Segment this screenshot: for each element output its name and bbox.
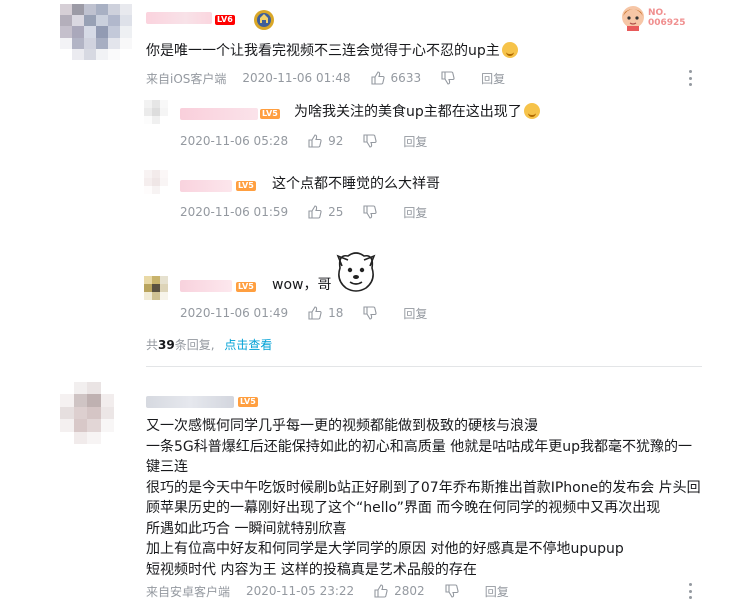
- reply-summary: 共39条回复, 点击查看: [146, 336, 272, 354]
- reply-3-meta: 2020-11-06 01:49 18 回复: [180, 304, 427, 322]
- comment-1-like-button[interactable]: 6633: [370, 71, 422, 85]
- reply-summary-prefix: 共: [146, 338, 159, 352]
- comment-2-more-icon[interactable]: [689, 583, 693, 599]
- reply-3-username[interactable]: [180, 280, 232, 292]
- comment-1-more-icon[interactable]: [689, 70, 693, 86]
- reply-2-like-button[interactable]: 25: [308, 205, 343, 219]
- dislike-icon: [363, 306, 378, 320]
- reply-1-like-button[interactable]: 92: [308, 134, 343, 148]
- comment-2-time: 2020-11-05 23:22: [246, 584, 355, 598]
- mascot-icon: [620, 4, 646, 32]
- comment-2-line-2: 一条5G科普爆红后还能保持如此的初心和高质量 他就是咕咕成年更up我都毫不犹豫的…: [146, 438, 692, 455]
- comment-2-line-3: 键三连: [146, 459, 188, 475]
- reply-2-level-badge: LV5: [236, 181, 256, 191]
- reply-3-level-badge: LV5: [236, 282, 256, 292]
- reply-3-time: 2020-11-06 01:49: [180, 306, 289, 320]
- comment-1-time: 2020-11-06 01:48: [242, 71, 351, 85]
- like-icon: [370, 71, 385, 85]
- comment-2-text: 又一次感慨何同学几乎每一更的视频都能做到极致的硬核与浪漫 一条5G科普爆红后还能…: [146, 416, 701, 580]
- dislike-icon: [363, 205, 378, 219]
- comment-2-meta: 来自安卓客户端 2020-11-05 23:22 2802 回复: [146, 582, 509, 600]
- reply-1-level-badge: LV5: [260, 109, 280, 119]
- comment-1-dislike-button[interactable]: [441, 71, 461, 85]
- reply-1-reply-button[interactable]: 回复: [403, 133, 427, 150]
- comment-2-like-count: 2802: [394, 584, 425, 598]
- reply-3-avatar[interactable]: [144, 276, 168, 300]
- reply-2-dislike-button[interactable]: [363, 205, 383, 219]
- comment-1-meta: 来自iOS客户端 2020-11-06 01:48 6633 回复: [146, 69, 505, 87]
- reply-1-dislike-button[interactable]: [363, 134, 383, 148]
- dislike-icon: [363, 134, 378, 148]
- dog-sticker-icon: [332, 248, 380, 296]
- reply-3-reply-button[interactable]: 回复: [403, 305, 427, 322]
- fan-badge-text: NO. 006925: [648, 8, 686, 28]
- comment-2-line-1: 又一次感慨何同学几乎每一更的视频都能做到极致的硬核与浪漫: [146, 418, 538, 434]
- reply-1-avatar[interactable]: [144, 100, 168, 124]
- reply-1-time: 2020-11-06 05:28: [180, 134, 289, 148]
- like-icon: [374, 584, 388, 598]
- medal-icon: [252, 8, 276, 32]
- emoji-icon: [523, 103, 540, 119]
- like-icon: [308, 205, 322, 219]
- comment-1-username[interactable]: [146, 12, 212, 24]
- fan-badge-number: NO. 006925: [648, 8, 696, 28]
- comment-2-line-4: 很巧的是今天中午吃饭时候刷b站正好刷到了07年乔布斯推出首款IPhone的发布会…: [146, 479, 701, 496]
- dislike-icon: [445, 584, 459, 598]
- like-icon: [308, 134, 322, 148]
- comment-2-line-8: 短视频时代 内容为王 这样的投稿真是艺术品般的存在: [146, 561, 477, 578]
- comment-2-source: 来自安卓客户端: [146, 584, 231, 599]
- comment-2-dislike-button[interactable]: [445, 584, 465, 598]
- comment-2-avatar[interactable]: [60, 382, 114, 444]
- reply-1-text-content: 为啥我关注的美食up主都在这出现了: [294, 104, 522, 120]
- comment-1-avatar[interactable]: [60, 4, 132, 60]
- reply-2-text: 这个点都不睡觉的么大祥哥: [272, 176, 440, 192]
- like-icon: [308, 306, 322, 320]
- reply-summary-count: 39: [158, 338, 175, 352]
- reply-3-like-button[interactable]: 18: [308, 306, 343, 320]
- comment-2-level-badge: LV5: [238, 397, 258, 407]
- comment-1-like-count: 6633: [390, 71, 422, 85]
- reply-2-reply-button[interactable]: 回复: [403, 204, 427, 221]
- comment-1-level-badge: LV6: [215, 15, 235, 25]
- reply-2-avatar[interactable]: [144, 170, 168, 194]
- comment-2-reply-button[interactable]: 回复: [485, 583, 509, 600]
- reply-2-meta: 2020-11-06 01:59 25 回复: [180, 203, 427, 221]
- comment-divider: [146, 366, 702, 367]
- reply-2-time: 2020-11-06 01:59: [180, 205, 289, 219]
- comment-1-text: 你是唯一一个让我看完视频不三连会觉得于心不忍的up主: [146, 40, 518, 62]
- reply-2-username[interactable]: [180, 180, 232, 192]
- reply-3-dislike-button[interactable]: [363, 306, 383, 320]
- reply-summary-suffix: 条回复,: [174, 338, 215, 352]
- reply-1-text: 为啥我关注的美食up主都在这出现了: [294, 101, 540, 123]
- reply-3-text: wow，哥: [272, 277, 332, 293]
- reply-3-like-count: 18: [328, 306, 344, 320]
- comment-2-like-button[interactable]: 2802: [374, 584, 425, 598]
- comment-1-text-content: 你是唯一一个让我看完视频不三连会觉得于心不忍的up主: [146, 43, 500, 59]
- comment-2-username[interactable]: [146, 396, 234, 408]
- emoji-icon: [501, 42, 518, 58]
- reply-1-meta: 2020-11-06 05:28 92 回复: [180, 132, 427, 150]
- comment-1-source: 来自iOS客户端: [146, 71, 227, 86]
- comment-1-reply-button[interactable]: 回复: [481, 70, 505, 87]
- comment-2-line-5: 顾苹果历史的一幕刚好出现了这个“hello”界面 而今晚在何同学的视频中又再次出…: [146, 500, 661, 516]
- reply-1-username[interactable]: [180, 108, 258, 120]
- comment-2-line-6: 所遇如此巧合 一瞬间就特别欣喜: [146, 520, 347, 537]
- reply-2-like-count: 25: [328, 205, 344, 219]
- reply-1-like-count: 92: [328, 134, 344, 148]
- comment-2-line-7: 加上有位高中好友和何同学是大学同学的原因 对他的好感真是不停地upupup: [146, 541, 624, 557]
- dislike-icon: [441, 71, 455, 85]
- view-replies-link[interactable]: 点击查看: [224, 338, 272, 352]
